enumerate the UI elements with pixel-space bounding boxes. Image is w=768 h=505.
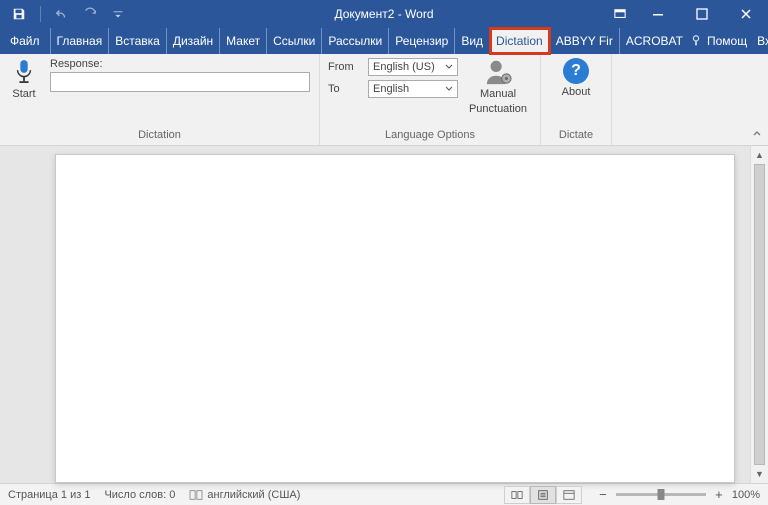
document-area[interactable] <box>0 146 750 483</box>
signin-button[interactable]: Вход <box>757 34 768 48</box>
to-language-select[interactable]: English <box>368 80 458 98</box>
minimize-button[interactable] <box>636 0 680 28</box>
redo-button[interactable] <box>79 3 101 25</box>
scroll-down-button[interactable]: ▼ <box>751 465 768 483</box>
group-dictate: ? About Dictate <box>541 54 612 145</box>
tab-mailings[interactable]: Рассылки <box>322 28 389 54</box>
print-layout-button[interactable] <box>530 486 556 504</box>
group-dictation: Start Response: Dictation <box>0 54 320 145</box>
tab-insert[interactable]: Вставка <box>109 28 167 54</box>
scroll-track[interactable] <box>751 164 768 465</box>
manual-line2: Punctuation <box>469 103 527 116</box>
to-language-value: English <box>373 83 409 95</box>
group-dictate-label: Dictate <box>541 127 611 145</box>
zoom-in-button[interactable]: + <box>712 487 726 502</box>
close-button[interactable] <box>724 0 768 28</box>
window-title: Документ2 - Word <box>334 7 433 21</box>
zoom-slider[interactable] <box>616 493 706 496</box>
tell-me-button[interactable]: Помощ <box>689 34 747 48</box>
tab-acrobat[interactable]: ACROBAT <box>620 28 689 54</box>
from-language-select[interactable]: English (US) <box>368 58 458 76</box>
microphone-icon <box>13 58 35 86</box>
from-label: From <box>328 61 362 73</box>
to-label: To <box>328 83 362 95</box>
zoom-control: − + 100% <box>596 487 760 502</box>
tell-me-label: Помощ <box>707 34 747 48</box>
tab-review[interactable]: Рецензир <box>389 28 455 54</box>
tab-references[interactable]: Ссылки <box>267 28 322 54</box>
save-button[interactable] <box>8 3 30 25</box>
chevron-down-icon <box>445 63 453 71</box>
document-workspace: ▲ ▼ <box>0 146 768 483</box>
web-layout-button[interactable] <box>556 486 582 504</box>
tab-design[interactable]: Дизайн <box>167 28 220 54</box>
start-dictation-button[interactable]: Start <box>8 58 40 100</box>
group-language-label: Language Options <box>320 127 540 145</box>
window-controls <box>604 0 768 28</box>
read-mode-button[interactable] <box>504 486 530 504</box>
manual-line1: Manual <box>480 88 516 101</box>
response-input[interactable] <box>50 72 310 92</box>
read-mode-icon <box>511 489 523 501</box>
ribbon-tabs: Файл Главная Вставка Дизайн Макет Ссылки… <box>0 28 768 54</box>
maximize-button[interactable] <box>680 0 724 28</box>
group-language-options: From English (US) To English M <box>320 54 541 145</box>
status-page[interactable]: Страница 1 из 1 <box>8 489 90 501</box>
undo-button[interactable] <box>51 3 73 25</box>
ribbon-display-options-button[interactable] <box>604 0 636 28</box>
tab-layout[interactable]: Макет <box>220 28 267 54</box>
print-layout-icon <box>537 489 549 501</box>
start-label: Start <box>12 88 35 100</box>
status-bar: Страница 1 из 1 Число слов: 0 английский… <box>0 483 768 505</box>
chevron-down-icon <box>445 85 453 93</box>
status-language-label: английский (США) <box>207 489 300 501</box>
zoom-slider-knob[interactable] <box>657 489 664 500</box>
about-button[interactable]: ? About <box>549 58 603 98</box>
title-bar: Документ2 - Word <box>0 0 768 28</box>
view-buttons <box>504 486 582 504</box>
qat-customize-button[interactable] <box>107 3 129 25</box>
vertical-scrollbar[interactable]: ▲ ▼ <box>750 146 768 483</box>
zoom-value[interactable]: 100% <box>732 489 760 501</box>
tab-home[interactable]: Главная <box>51 28 110 54</box>
tab-abbyy[interactable]: ABBYY Fir <box>550 28 620 54</box>
about-label: About <box>562 86 591 98</box>
from-language-value: English (US) <box>373 61 435 73</box>
person-gear-icon <box>483 58 513 86</box>
response-label: Response: <box>50 58 310 70</box>
manual-punctuation-button[interactable]: Manual Punctuation <box>464 58 532 115</box>
collapse-ribbon-button[interactable] <box>752 128 762 141</box>
question-icon: ? <box>563 58 589 84</box>
scroll-up-button[interactable]: ▲ <box>751 146 768 164</box>
status-word-count[interactable]: Число слов: 0 <box>104 489 175 501</box>
tab-file[interactable]: Файл <box>0 28 51 54</box>
tab-view[interactable]: Вид <box>455 28 490 54</box>
group-dictation-label: Dictation <box>0 127 319 145</box>
tab-dictation[interactable]: Dictation <box>490 28 550 54</box>
ribbon: Start Response: Dictation From English (… <box>0 54 768 146</box>
scroll-thumb[interactable] <box>754 164 765 465</box>
web-layout-icon <box>563 489 575 501</box>
chevron-up-icon <box>752 128 762 138</box>
book-icon <box>189 489 203 501</box>
quick-access-toolbar <box>0 3 129 25</box>
status-language[interactable]: английский (США) <box>189 489 300 501</box>
document-page[interactable] <box>55 154 735 483</box>
zoom-out-button[interactable]: − <box>596 487 610 502</box>
response-field-group: Response: <box>50 58 310 92</box>
